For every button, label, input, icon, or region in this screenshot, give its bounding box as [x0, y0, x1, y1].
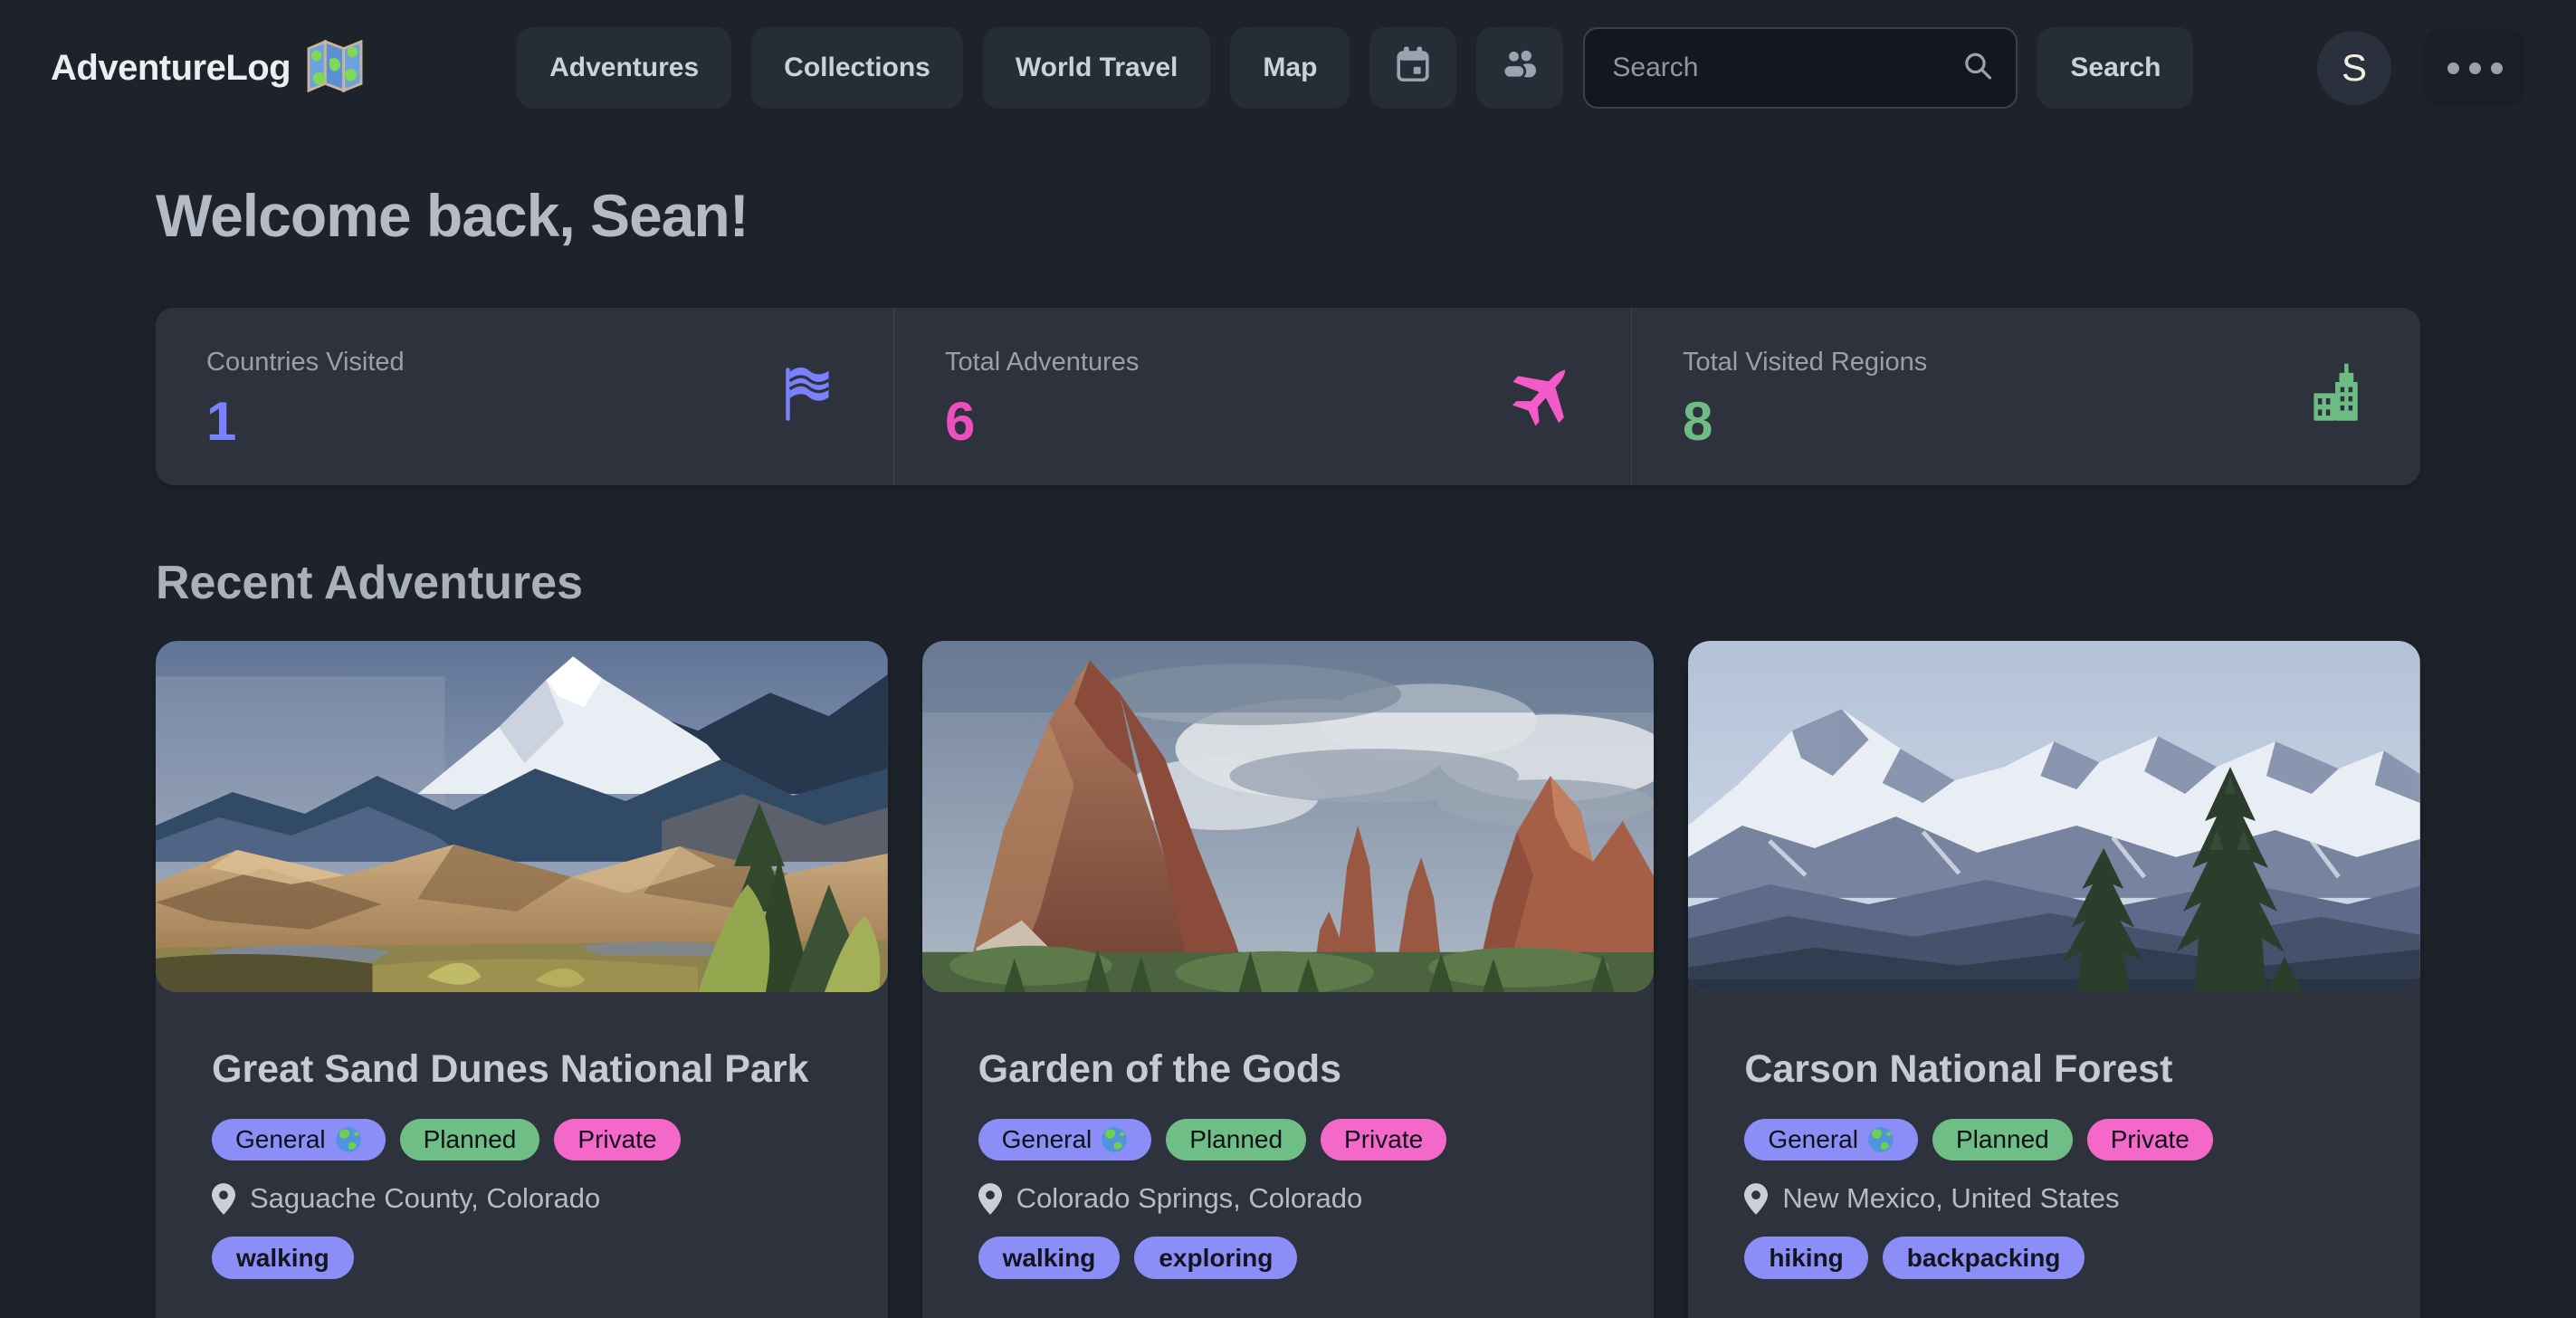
- stat-value: 1: [206, 390, 843, 453]
- card-body: Carson National Forest General Planned P…: [1688, 992, 2420, 1279]
- recent-adventures-heading: Recent Adventures: [156, 556, 2420, 610]
- city-icon: [2303, 362, 2368, 432]
- plane-icon: [1508, 359, 1579, 435]
- badge-row: General Planned Private: [212, 1119, 832, 1160]
- globe-icon: [335, 1126, 362, 1153]
- card-title-link[interactable]: Garden of the Gods: [978, 1041, 1598, 1097]
- badge-label: General: [1768, 1125, 1858, 1154]
- stat-value: 8: [1683, 390, 2370, 453]
- badge-label: General: [1002, 1125, 1092, 1154]
- stat-total-adventures: Total Adventures 6: [893, 308, 1631, 485]
- globe-icon: [1101, 1126, 1128, 1153]
- map-pin-icon: [1744, 1183, 1768, 1215]
- map-pin-icon: [978, 1183, 1002, 1215]
- stat-label: Total Adventures: [945, 348, 1580, 377]
- search-input[interactable]: [1583, 27, 2018, 109]
- tag-row: walking exploring: [978, 1237, 1598, 1279]
- private-badge: Private: [554, 1119, 680, 1160]
- activity-tag: exploring: [1134, 1237, 1297, 1279]
- tag-row: hiking backpacking: [1744, 1237, 2364, 1279]
- stat-label: Total Visited Regions: [1683, 348, 2370, 377]
- users-button[interactable]: [1476, 27, 1563, 109]
- badge-label: General: [235, 1125, 326, 1154]
- map-pin-icon: [212, 1183, 235, 1215]
- stat-label: Countries Visited: [206, 348, 843, 377]
- location-text: Saguache County, Colorado: [250, 1182, 600, 1215]
- private-badge: Private: [2087, 1119, 2213, 1160]
- adventure-card[interactable]: Great Sand Dunes National Park General P…: [156, 641, 888, 1318]
- badge-row: General Planned Private: [978, 1119, 1598, 1160]
- snowy-mountains-photo: [1688, 641, 2420, 992]
- welcome-heading: Welcome back, Sean!: [156, 181, 2420, 250]
- users-icon: [1499, 43, 1541, 92]
- location-row: Saguache County, Colorado: [212, 1182, 832, 1215]
- ellipsis-icon: [2447, 62, 2503, 74]
- adventure-card[interactable]: Garden of the Gods General Planned Priva…: [922, 641, 1655, 1318]
- search-submit-button[interactable]: Search: [2037, 27, 2193, 109]
- card-title-link[interactable]: Great Sand Dunes National Park: [212, 1041, 832, 1097]
- planned-badge: Planned: [1166, 1119, 1306, 1160]
- calendar-icon: [1392, 43, 1434, 92]
- adventure-card[interactable]: Carson National Forest General Planned P…: [1688, 641, 2420, 1318]
- main-content: Welcome back, Sean! Countries Visited 1 …: [0, 181, 2576, 1318]
- planned-badge: Planned: [1932, 1119, 2073, 1160]
- stats-panel: Countries Visited 1 Total Adventures 6: [156, 308, 2420, 485]
- flag-icon: [776, 362, 841, 432]
- tag-row: walking: [212, 1237, 832, 1279]
- planned-badge: Planned: [400, 1119, 540, 1160]
- nav-collections-button[interactable]: Collections: [751, 27, 963, 109]
- folded-map-icon: [307, 40, 363, 97]
- avatar[interactable]: S: [2317, 31, 2391, 105]
- stat-total-visited-regions: Total Visited Regions 8: [1631, 308, 2420, 485]
- navbar: AdventureLog Adventures Collections Worl…: [0, 0, 2576, 136]
- location-row: New Mexico, United States: [1744, 1182, 2364, 1215]
- search-field-wrap: [1583, 27, 2018, 109]
- globe-icon: [1867, 1126, 1894, 1153]
- stat-value: 6: [945, 390, 1580, 453]
- activity-tag: backpacking: [1883, 1237, 2085, 1279]
- app-title: AdventureLog: [51, 48, 291, 89]
- search-icon: [1961, 50, 1994, 87]
- calendar-button[interactable]: [1369, 27, 1456, 109]
- category-badge: General: [978, 1119, 1152, 1160]
- stat-countries-visited: Countries Visited 1: [156, 308, 893, 485]
- adventure-cards-grid: Great Sand Dunes National Park General P…: [156, 641, 2420, 1318]
- overflow-menu-button[interactable]: [2424, 29, 2525, 107]
- nav-button-group: Adventures Collections World Travel Map: [517, 27, 1563, 109]
- location-text: Colorado Springs, Colorado: [1016, 1182, 1363, 1215]
- private-badge: Private: [1321, 1119, 1446, 1160]
- category-badge: General: [212, 1119, 386, 1160]
- badge-row: General Planned Private: [1744, 1119, 2364, 1160]
- activity-tag: walking: [212, 1237, 354, 1279]
- location-row: Colorado Springs, Colorado: [978, 1182, 1598, 1215]
- sand-dunes-photo: [156, 641, 888, 992]
- app-logo[interactable]: AdventureLog: [51, 40, 363, 97]
- activity-tag: hiking: [1744, 1237, 1867, 1279]
- category-badge: General: [1744, 1119, 1918, 1160]
- location-text: New Mexico, United States: [1782, 1182, 2119, 1215]
- nav-adventures-button[interactable]: Adventures: [517, 27, 731, 109]
- activity-tag: walking: [978, 1237, 1121, 1279]
- card-body: Great Sand Dunes National Park General P…: [156, 992, 888, 1279]
- card-title-link[interactable]: Carson National Forest: [1744, 1041, 2364, 1097]
- red-rock-spires-photo: [922, 641, 1655, 992]
- nav-world-travel-button[interactable]: World Travel: [983, 27, 1211, 109]
- nav-map-button[interactable]: Map: [1230, 27, 1350, 109]
- card-body: Garden of the Gods General Planned Priva…: [922, 992, 1655, 1279]
- avatar-initial: S: [2342, 46, 2367, 90]
